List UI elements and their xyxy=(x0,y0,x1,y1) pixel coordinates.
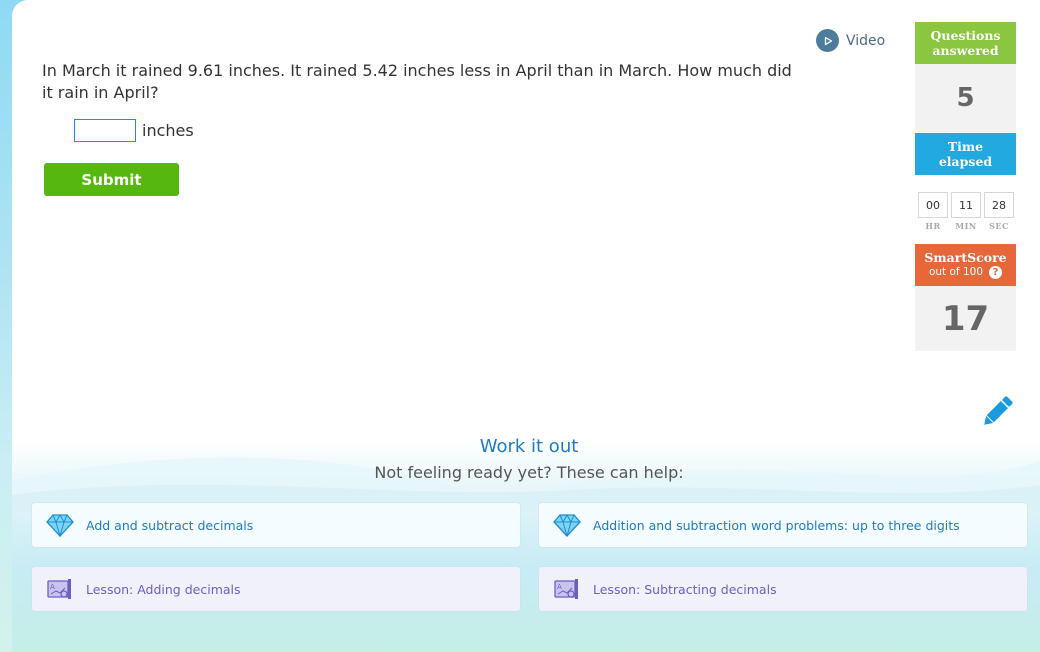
timer-minutes: 11 xyxy=(951,192,981,218)
skill-link-word-problems[interactable]: Addition and subtraction word problems: … xyxy=(539,503,1027,547)
skill-link-add-subtract-decimals[interactable]: Add and subtract decimals xyxy=(32,503,520,547)
questions-answered-label-1: Questions xyxy=(930,28,1001,43)
skill-link-label: Add and subtract decimals xyxy=(86,517,254,533)
questions-answered-label-2: answered xyxy=(932,43,999,58)
smartscore-value: 17 xyxy=(915,286,1016,351)
answer-row: inches xyxy=(74,119,194,142)
diamond-icon xyxy=(46,512,74,538)
questions-answered-value: 5 xyxy=(915,64,1016,132)
play-icon xyxy=(816,29,839,52)
smartscore-header: SmartScore out of 100 ? xyxy=(915,244,1016,286)
answer-unit: inches xyxy=(142,121,194,140)
help-icon[interactable]: ? xyxy=(989,266,1003,279)
time-elapsed-timer: 00 11 28 HR MIN SEC xyxy=(915,175,1016,241)
timer-seconds: 28 xyxy=(984,192,1014,218)
svg-text:A: A xyxy=(557,583,562,591)
timer-seconds-label: SEC xyxy=(989,221,1009,231)
smartscore-subtitle: out of 100 ? xyxy=(928,265,1003,280)
lesson-link-adding-decimals[interactable]: A Lesson: Adding decimals xyxy=(32,567,520,611)
time-elapsed-header: Time elapsed xyxy=(915,133,1016,175)
help-subtitle: Not feeling ready yet? These can help: xyxy=(374,463,684,482)
question-text: In March it rained 9.61 inches. It raine… xyxy=(42,61,792,102)
timer-hours: 00 xyxy=(918,192,948,218)
lesson-icon: A xyxy=(553,576,581,602)
time-elapsed-label-1: Time xyxy=(947,139,984,154)
answer-input[interactable] xyxy=(74,119,136,142)
help-title: Work it out xyxy=(479,436,579,457)
timer-minutes-label: MIN xyxy=(955,221,977,231)
video-label: Video xyxy=(846,32,886,49)
smartscore-label: SmartScore xyxy=(924,250,1007,265)
lesson-icon: A xyxy=(46,576,74,602)
diamond-icon xyxy=(553,512,581,538)
pencil-icon[interactable] xyxy=(977,392,1017,436)
questions-answered-header: Questions answered xyxy=(915,22,1016,64)
lesson-link-subtracting-decimals[interactable]: A Lesson: Subtracting decimals xyxy=(539,567,1027,611)
video-link[interactable]: Video xyxy=(816,29,885,52)
smartscore-sub-label: out of 100 xyxy=(928,266,984,278)
svg-text:A: A xyxy=(50,583,55,591)
timer-hours-label: HR xyxy=(925,221,941,231)
time-elapsed-label-2: elapsed xyxy=(938,154,993,169)
submit-button[interactable]: Submit xyxy=(44,163,179,196)
skill-link-label: Addition and subtraction word problems: … xyxy=(593,517,960,533)
lesson-link-label: Lesson: Subtracting decimals xyxy=(593,581,777,597)
lesson-link-label: Lesson: Adding decimals xyxy=(86,581,241,597)
